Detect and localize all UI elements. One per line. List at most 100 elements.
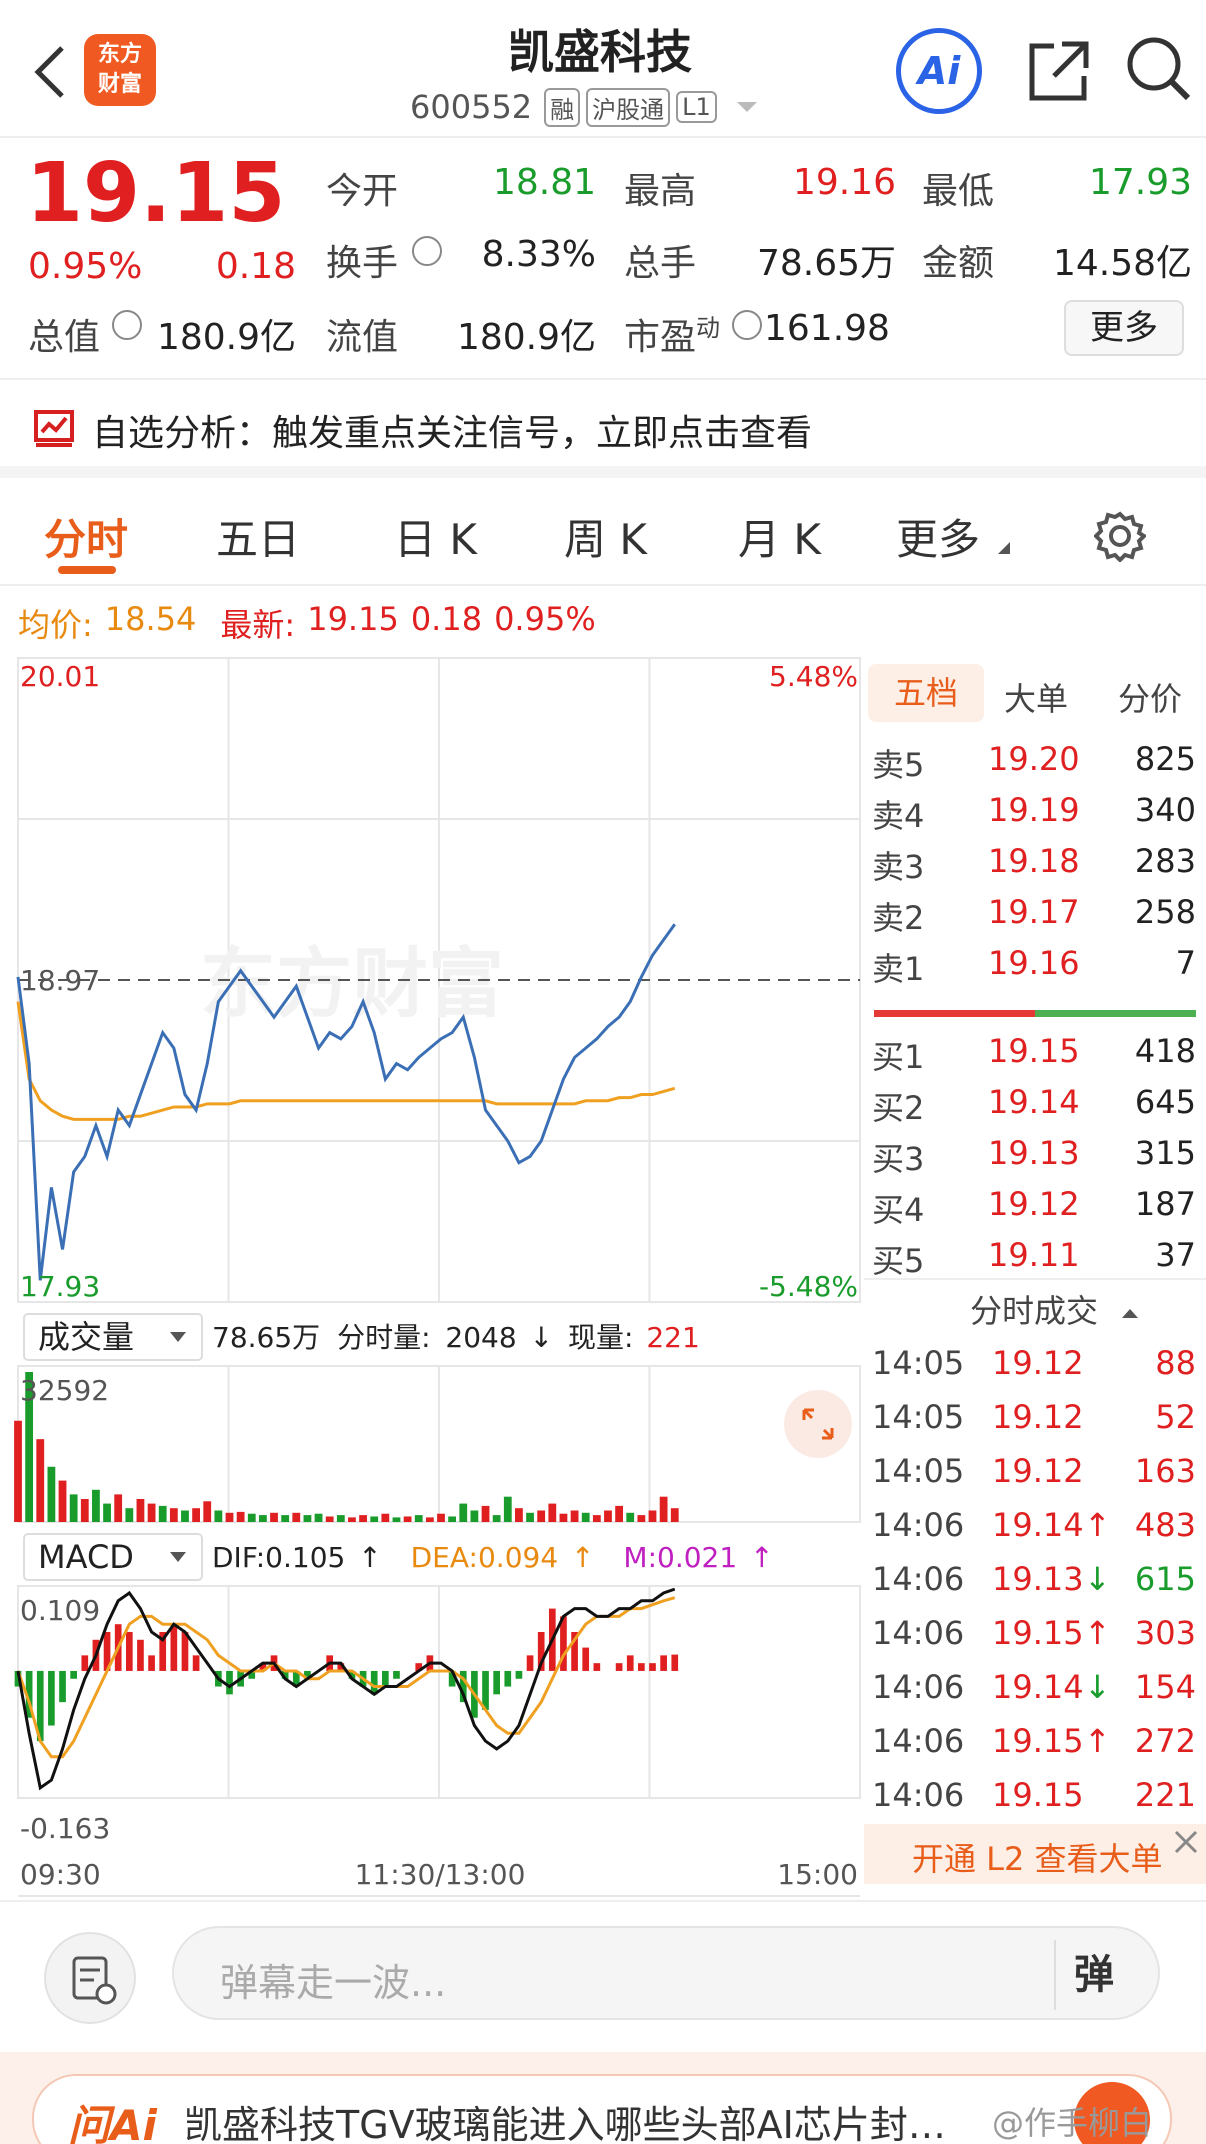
ask-level[interactable]: 卖4 19.19 340 bbox=[864, 785, 1206, 836]
volume-bar bbox=[80, 1498, 89, 1522]
danmu-button[interactable]: 弹 bbox=[1074, 1942, 1114, 2000]
avg-label: 均价: bbox=[18, 606, 93, 644]
bid-level[interactable]: 买1 19.15 418 bbox=[864, 1026, 1206, 1077]
chevron-down-icon[interactable] bbox=[736, 102, 757, 112]
tab-weekly-k[interactable]: 周 K bbox=[564, 506, 647, 567]
period-tabs: 分时 五日 日 K 周 K 月 K 更多 bbox=[0, 490, 1206, 586]
macd-histogram-bar bbox=[48, 1670, 55, 1726]
info-icon[interactable] bbox=[732, 310, 762, 340]
volume-bar bbox=[103, 1503, 111, 1522]
back-icon[interactable] bbox=[30, 42, 70, 102]
macd-histogram-bar bbox=[393, 1670, 400, 1679]
danmu-input[interactable]: 弹幕走一波... 弹 bbox=[172, 1926, 1160, 2020]
trade-price: 19.15 bbox=[992, 1722, 1084, 1760]
tab-big-orders[interactable]: 大单 bbox=[1004, 674, 1068, 720]
tab-monthly-k[interactable]: 月 K bbox=[738, 506, 821, 567]
volume-bar bbox=[437, 1513, 445, 1522]
level-label: 买1 bbox=[872, 1038, 925, 1076]
bid-level[interactable]: 买5 19.11 37 bbox=[864, 1230, 1206, 1281]
latest-pct: 0.95% bbox=[494, 600, 596, 638]
share-icon[interactable] bbox=[1024, 36, 1094, 106]
trade-direction: ↑ bbox=[1084, 1506, 1111, 1544]
bid-level[interactable]: 买3 19.13 315 bbox=[864, 1128, 1206, 1179]
volume-bar bbox=[125, 1508, 134, 1522]
info-icon[interactable] bbox=[112, 310, 142, 340]
tab-intraday[interactable]: 分时 bbox=[44, 506, 128, 567]
tab-daily-k[interactable]: 日 K bbox=[394, 506, 477, 567]
more-button[interactable]: 更多 bbox=[1064, 300, 1184, 356]
volume-bar bbox=[492, 1515, 501, 1522]
volume-bar bbox=[203, 1501, 212, 1522]
tab-price-dist[interactable]: 分价 bbox=[1118, 674, 1182, 720]
bid-level[interactable]: 买4 19.12 187 bbox=[864, 1179, 1206, 1230]
volume-bar bbox=[47, 1466, 56, 1522]
volume-bar bbox=[158, 1505, 167, 1522]
analysis-banner[interactable]: 自选分析：触发重点关注信号，立即点击查看 bbox=[0, 384, 1206, 478]
open-label: 今开 bbox=[326, 171, 399, 212]
tab-five-level[interactable]: 五档 bbox=[868, 664, 984, 722]
trade-volume: 303 bbox=[1134, 1614, 1196, 1652]
volume-bar bbox=[314, 1513, 323, 1522]
down-arrow: ↓ bbox=[530, 1321, 553, 1354]
tab-five-day[interactable]: 五日 bbox=[216, 506, 300, 567]
macd-histogram-bar bbox=[638, 1663, 645, 1671]
notes-button[interactable] bbox=[44, 1932, 136, 2024]
trade-time: 14:05 bbox=[872, 1344, 965, 1382]
ask-level[interactable]: 卖3 19.18 283 bbox=[864, 836, 1206, 887]
bid-level[interactable]: 买2 19.14 645 bbox=[864, 1077, 1206, 1128]
macd-layer bbox=[14, 1587, 679, 1791]
level-label: 买2 bbox=[872, 1089, 925, 1127]
l2-banner[interactable]: 开通 L2 查看大单 bbox=[864, 1824, 1206, 1884]
turnover-label: 换手 bbox=[326, 243, 399, 284]
volume-bar bbox=[403, 1516, 412, 1522]
ask-level[interactable]: 卖1 19.16 7 bbox=[864, 938, 1206, 989]
app-logo[interactable]: 东方 财富 bbox=[84, 34, 156, 106]
level-volume: 825 bbox=[1134, 740, 1196, 778]
m-label: M:0.021 bbox=[623, 1541, 737, 1574]
ai-button[interactable]: Ai bbox=[896, 28, 982, 114]
macd-histogram-bar bbox=[493, 1670, 500, 1695]
now-volume: 221 bbox=[646, 1321, 699, 1354]
news-bar: 问Ai 凯盛科技TGV玻璃能进入哪些头部AI芯片封… @作手柳白 bbox=[0, 2052, 1206, 2144]
volume-bar bbox=[637, 1515, 646, 1522]
trade-price: 19.13 bbox=[992, 1560, 1084, 1598]
high-label: 最高 bbox=[624, 171, 697, 212]
volume-label: 总手 bbox=[624, 243, 697, 284]
macd-axis-top: 0.109 bbox=[20, 1594, 100, 1627]
volume-layer bbox=[14, 1372, 679, 1522]
trade-time: 14:06 bbox=[872, 1506, 965, 1544]
ask-list: 卖5 19.20 825 卖4 19.19 340 卖3 19.18 283 卖2 19.17 258… bbox=[864, 734, 1206, 989]
macd-histogram-bar bbox=[615, 1663, 623, 1671]
trade-time: 14:05 bbox=[872, 1398, 965, 1436]
ask-level[interactable]: 卖2 19.17 258 bbox=[864, 887, 1206, 938]
open-value: 18.81 bbox=[492, 162, 596, 203]
level-volume: 258 bbox=[1134, 893, 1196, 931]
trades-title[interactable]: 分时成交 bbox=[970, 1286, 1139, 1332]
tab-more[interactable]: 更多 bbox=[896, 506, 980, 567]
tick-volume: 2048 bbox=[445, 1321, 516, 1354]
level-label: 卖5 bbox=[872, 746, 925, 784]
dea-line bbox=[16, 1596, 676, 1759]
volume-bar bbox=[581, 1512, 590, 1522]
level-volume: 340 bbox=[1134, 791, 1196, 829]
dif-line bbox=[16, 1587, 676, 1791]
info-icon[interactable] bbox=[412, 236, 442, 266]
total-value: 180.9亿 bbox=[156, 317, 296, 358]
volume-bar bbox=[425, 1517, 434, 1522]
macd-axis-bottom: -0.163 bbox=[20, 1812, 110, 1845]
intraday-charts[interactable]: 东方财富 20.01 18.97 17.93 5.48% -5.48% 成交量 … bbox=[0, 650, 862, 1900]
trade-row: 14:05 19.12 52 bbox=[864, 1392, 1206, 1446]
macd-histogram-bar bbox=[582, 1647, 590, 1671]
close-icon[interactable] bbox=[1172, 1828, 1200, 1856]
tick-volume-label: 分时量: bbox=[337, 1321, 430, 1354]
trade-volume: 221 bbox=[1134, 1776, 1196, 1814]
volume-selector-label: 成交量 bbox=[38, 1318, 134, 1356]
trade-row: 14:06 19.15 221 bbox=[864, 1770, 1206, 1824]
settings-icon[interactable] bbox=[1093, 510, 1148, 563]
low-value: 17.93 bbox=[1088, 162, 1192, 203]
expand-button[interactable] bbox=[784, 1390, 852, 1458]
volume-bar bbox=[470, 1510, 479, 1522]
volume-bar bbox=[381, 1513, 390, 1522]
search-icon[interactable] bbox=[1124, 34, 1194, 104]
ask-level[interactable]: 卖5 19.20 825 bbox=[864, 734, 1206, 785]
